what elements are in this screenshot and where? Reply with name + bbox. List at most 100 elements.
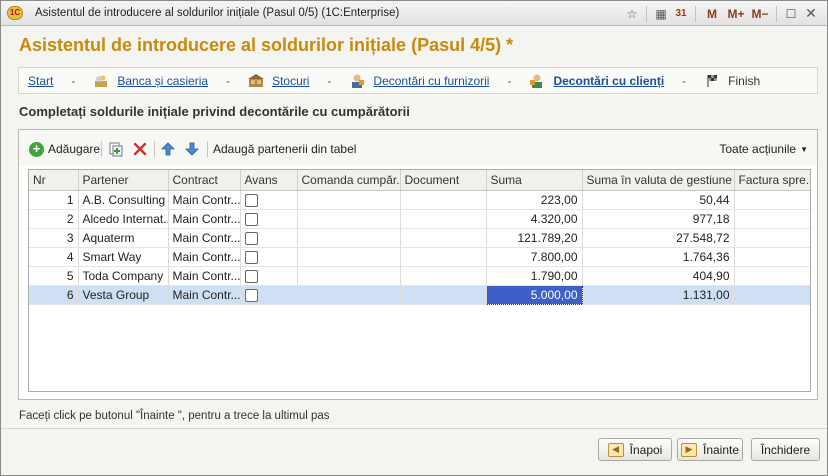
calculator-icon[interactable]: ▦ — [651, 5, 671, 23]
cell-order[interactable] — [297, 266, 401, 286]
step-stock[interactable]: Stocuri — [272, 74, 309, 88]
memory-plus-button[interactable]: M+ — [724, 5, 748, 23]
cell-sum-mgmt[interactable]: 977,18 — [582, 209, 735, 229]
cell-partner[interactable]: A.B. Consulting — [78, 190, 169, 210]
cell-sum-mgmt[interactable]: 1.131,00 — [582, 285, 735, 305]
cell-document[interactable] — [400, 285, 487, 305]
cell-partner[interactable]: Alcedo Internat... — [78, 209, 169, 229]
balances-table[interactable]: Nr Partener Contract Avans Comanda cumpă… — [28, 169, 811, 392]
cell-nr[interactable]: 3 — [29, 228, 79, 248]
cell-sum[interactable]: 7.800,00 — [486, 247, 583, 267]
step-start[interactable]: Start — [28, 74, 53, 88]
table-row[interactable]: 2 Alcedo Internat... Main Contr... 4.320… — [29, 209, 810, 229]
cell-document[interactable] — [400, 209, 487, 229]
column-header[interactable]: Suma — [486, 170, 583, 191]
cell-sum-mgmt[interactable]: 50,44 — [582, 190, 735, 210]
cell-invoice[interactable] — [734, 285, 810, 305]
cell-advance[interactable] — [240, 190, 298, 210]
cell-advance[interactable] — [240, 228, 298, 248]
advance-checkbox[interactable] — [244, 193, 258, 207]
cell-contract[interactable]: Main Contr... — [168, 247, 241, 267]
cell-invoice[interactable] — [734, 228, 810, 248]
maximize-icon[interactable]: ☐ — [781, 5, 801, 23]
cell-invoice[interactable] — [734, 209, 810, 229]
cell-advance[interactable] — [240, 247, 298, 267]
cell-order[interactable] — [297, 190, 401, 210]
column-header[interactable]: Avans — [240, 170, 298, 191]
cell-document[interactable] — [400, 266, 487, 286]
all-actions-button[interactable]: Toate acțiunile ▼ — [719, 140, 808, 158]
cell-nr[interactable]: 2 — [29, 209, 79, 229]
advance-checkbox[interactable] — [244, 212, 258, 226]
next-button[interactable]: ▶ Înainte — [677, 438, 743, 461]
delete-button[interactable] — [133, 140, 147, 158]
cell-nr[interactable]: 1 — [29, 190, 79, 210]
table-row[interactable]: 3 Aquaterm Main Contr... 121.789,20 27.5… — [29, 228, 810, 248]
cell-nr[interactable]: 6 — [29, 285, 79, 305]
cell-contract[interactable]: Main Contr... — [168, 228, 241, 248]
column-header[interactable]: Factura spre... — [734, 170, 810, 191]
cell-contract[interactable]: Main Contr... — [168, 209, 241, 229]
memory-button[interactable]: M — [700, 5, 724, 23]
cell-order[interactable] — [297, 285, 401, 305]
cell-partner[interactable]: Smart Way — [78, 247, 169, 267]
cell-advance[interactable] — [240, 266, 298, 286]
cell-sum-mgmt[interactable]: 27.548,72 — [582, 228, 735, 248]
advance-checkbox[interactable] — [244, 250, 258, 264]
add-button[interactable]: + Adăugare — [29, 140, 100, 158]
column-header[interactable]: Partener — [78, 170, 169, 191]
column-header[interactable]: Contract — [168, 170, 241, 191]
advance-checkbox[interactable] — [244, 288, 258, 302]
step-finish[interactable]: Finish — [728, 74, 760, 88]
cell-partner[interactable]: Vesta Group — [78, 285, 169, 305]
move-up-button[interactable] — [161, 140, 175, 158]
table-row[interactable]: 5 Toda Company Main Contr... 1.790,00 40… — [29, 266, 810, 286]
cell-sum-mgmt[interactable]: 1.764,36 — [582, 247, 735, 267]
table-row[interactable]: 1 A.B. Consulting Main Contr... 223,00 5… — [29, 190, 810, 210]
cell-sum[interactable]: 223,00 — [486, 190, 583, 210]
cell-sum-focused[interactable]: 5.000,00 — [485, 284, 583, 305]
memory-minus-button[interactable]: M− — [748, 5, 772, 23]
fill-partners-button[interactable]: Adaugă partenerii din tabel — [213, 140, 356, 158]
column-header[interactable]: Suma în valuta de gestiune — [582, 170, 735, 191]
move-down-button[interactable] — [185, 140, 199, 158]
cell-partner[interactable]: Toda Company — [78, 266, 169, 286]
close-icon[interactable]: ✕ — [801, 5, 821, 23]
step-customers[interactable]: Decontări cu clienți — [553, 74, 664, 88]
column-header[interactable]: Nr — [29, 170, 79, 191]
cell-advance[interactable] — [240, 209, 298, 229]
advance-checkbox[interactable] — [244, 231, 258, 245]
cell-sum-mgmt[interactable]: 404,90 — [582, 266, 735, 286]
table-row-selected[interactable]: 6 Vesta Group Main Contr... 5.000,00 1.1… — [29, 284, 810, 305]
cell-invoice[interactable] — [734, 247, 810, 267]
copy-button[interactable] — [108, 140, 124, 158]
table-row[interactable]: 4 Smart Way Main Contr... 7.800,00 1.764… — [29, 247, 810, 267]
cell-document[interactable] — [400, 190, 487, 210]
cell-order[interactable] — [297, 247, 401, 267]
cell-contract[interactable]: Main Contr... — [168, 285, 241, 305]
cell-document[interactable] — [400, 247, 487, 267]
cell-partner[interactable]: Aquaterm — [78, 228, 169, 248]
back-button[interactable]: ◀ Înapoi — [598, 438, 672, 461]
advance-checkbox[interactable] — [244, 269, 258, 283]
cell-nr[interactable]: 5 — [29, 266, 79, 286]
step-bank-cash[interactable]: Banca și casieria — [117, 74, 208, 88]
cell-document[interactable] — [400, 228, 487, 248]
step-suppliers[interactable]: Decontări cu furnizorii — [373, 74, 489, 88]
cell-contract[interactable]: Main Contr... — [168, 266, 241, 286]
cell-invoice[interactable] — [734, 266, 810, 286]
cell-advance[interactable] — [240, 285, 298, 305]
column-header[interactable]: Comanda cumpăr... — [297, 170, 401, 191]
calendar-icon[interactable]: 31 — [671, 5, 691, 23]
cell-sum[interactable]: 4.320,00 — [486, 209, 583, 229]
favorite-icon[interactable]: ☆ — [622, 5, 642, 23]
cell-order[interactable] — [297, 209, 401, 229]
close-button[interactable]: Închidere — [751, 438, 820, 461]
cell-invoice[interactable] — [734, 190, 810, 210]
cell-sum[interactable]: 121.789,20 — [486, 228, 583, 248]
cell-contract[interactable]: Main Contr... — [168, 190, 241, 210]
column-header[interactable]: Document — [400, 170, 487, 191]
cell-order[interactable] — [297, 228, 401, 248]
cell-sum[interactable]: 1.790,00 — [486, 266, 583, 286]
cell-nr[interactable]: 4 — [29, 247, 79, 267]
